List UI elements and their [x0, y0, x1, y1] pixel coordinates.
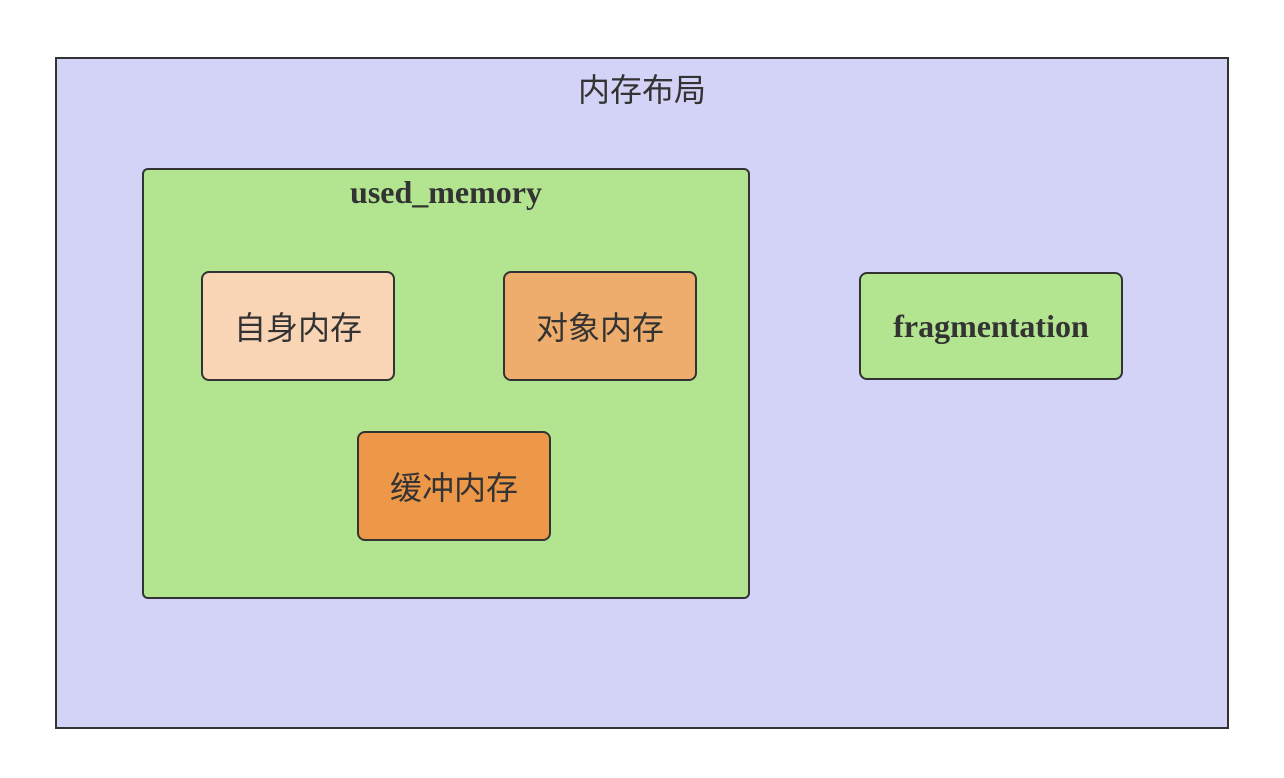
object-memory-label: 对象内存: [535, 309, 664, 347]
fragmentation-node: fragmentation: [859, 272, 1123, 380]
self-memory-node: 自身内存: [201, 271, 395, 381]
object-memory-node: 对象内存: [503, 271, 697, 381]
self-memory-label: 自身内存: [233, 309, 362, 347]
fragmentation-label: fragmentation: [893, 307, 1089, 344]
memory-layout-title: 内存布局: [577, 71, 706, 109]
buffer-memory-label: 缓冲内存: [389, 469, 518, 507]
used-memory-title: used_memory: [350, 174, 542, 210]
buffer-memory-node: 缓冲内存: [357, 431, 551, 541]
